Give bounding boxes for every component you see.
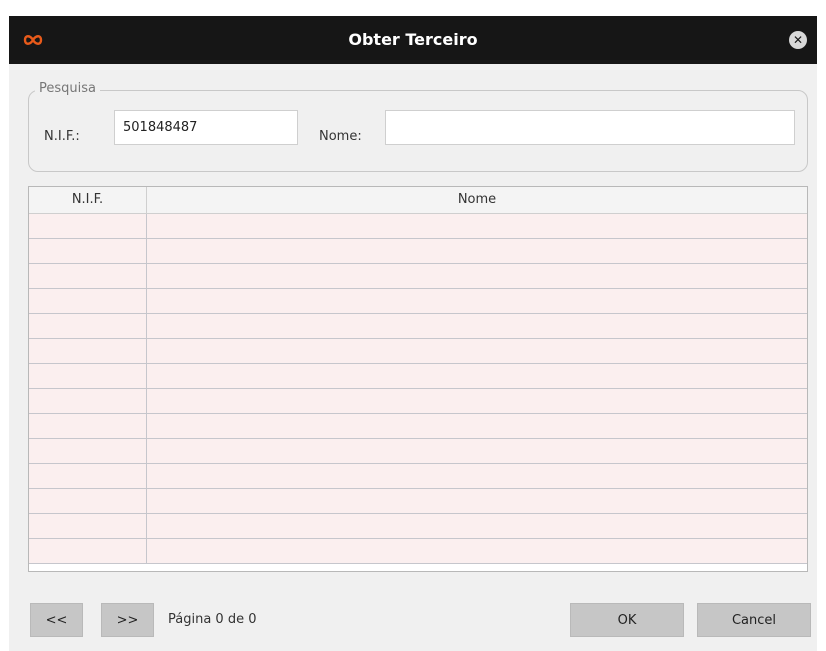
table-cell-nif bbox=[29, 514, 147, 538]
column-header-nif[interactable]: N.I.F. bbox=[29, 187, 147, 213]
table-row[interactable] bbox=[29, 289, 807, 314]
table-row[interactable] bbox=[29, 539, 807, 564]
title-bar: Obter Terceiro ✕ bbox=[9, 16, 817, 64]
table-row[interactable] bbox=[29, 414, 807, 439]
table-row[interactable] bbox=[29, 314, 807, 339]
table-cell-nome bbox=[147, 539, 807, 563]
nif-label: N.I.F.: bbox=[44, 129, 80, 144]
table-cell-nif bbox=[29, 314, 147, 338]
table-cell-nome bbox=[147, 239, 807, 263]
table-cell-nome bbox=[147, 489, 807, 513]
previous-page-button[interactable]: << bbox=[30, 603, 83, 637]
table-cell-nome bbox=[147, 214, 807, 238]
cancel-button[interactable]: Cancel bbox=[697, 603, 811, 637]
nif-input[interactable] bbox=[114, 110, 298, 145]
table-header: N.I.F. Nome bbox=[29, 187, 807, 214]
table-row[interactable] bbox=[29, 214, 807, 239]
table-cell-nif bbox=[29, 464, 147, 488]
table-row[interactable] bbox=[29, 464, 807, 489]
table-cell-nif bbox=[29, 339, 147, 363]
table-row[interactable] bbox=[29, 264, 807, 289]
nome-label: Nome: bbox=[319, 129, 362, 144]
table-cell-nome bbox=[147, 464, 807, 488]
table-cell-nif bbox=[29, 439, 147, 463]
search-group-legend: Pesquisa bbox=[35, 80, 100, 98]
table-cell-nif bbox=[29, 489, 147, 513]
table-cell-nome bbox=[147, 514, 807, 538]
table-row[interactable] bbox=[29, 364, 807, 389]
close-icon[interactable]: ✕ bbox=[789, 31, 807, 49]
table-row[interactable] bbox=[29, 514, 807, 539]
table-cell-nif bbox=[29, 364, 147, 388]
table-cell-nome bbox=[147, 339, 807, 363]
table-cell-nome bbox=[147, 314, 807, 338]
table-cell-nome bbox=[147, 264, 807, 288]
table-cell-nif bbox=[29, 239, 147, 263]
table-cell-nome bbox=[147, 364, 807, 388]
nome-input[interactable] bbox=[385, 110, 795, 145]
table-cell-nif bbox=[29, 414, 147, 438]
table-cell-nif bbox=[29, 539, 147, 563]
table-row[interactable] bbox=[29, 239, 807, 264]
obter-terceiro-dialog: Obter Terceiro ✕ Pesquisa N.I.F.: Nome: … bbox=[9, 16, 817, 651]
ok-button[interactable]: OK bbox=[570, 603, 684, 637]
table-cell-nome bbox=[147, 389, 807, 413]
table-cell-nif bbox=[29, 289, 147, 313]
table-row[interactable] bbox=[29, 389, 807, 414]
table-cell-nif bbox=[29, 389, 147, 413]
table-cell-nome bbox=[147, 289, 807, 313]
table-row[interactable] bbox=[29, 339, 807, 364]
results-table: N.I.F. Nome bbox=[28, 186, 808, 572]
table-row[interactable] bbox=[29, 439, 807, 464]
table-row[interactable] bbox=[29, 489, 807, 514]
page-indicator: Página 0 de 0 bbox=[168, 612, 257, 627]
table-cell-nif bbox=[29, 264, 147, 288]
next-page-button[interactable]: >> bbox=[101, 603, 154, 637]
table-cell-nome bbox=[147, 439, 807, 463]
column-header-nome[interactable]: Nome bbox=[147, 187, 807, 213]
dialog-title: Obter Terceiro bbox=[348, 30, 478, 49]
table-cell-nome bbox=[147, 414, 807, 438]
table-cell-nif bbox=[29, 214, 147, 238]
